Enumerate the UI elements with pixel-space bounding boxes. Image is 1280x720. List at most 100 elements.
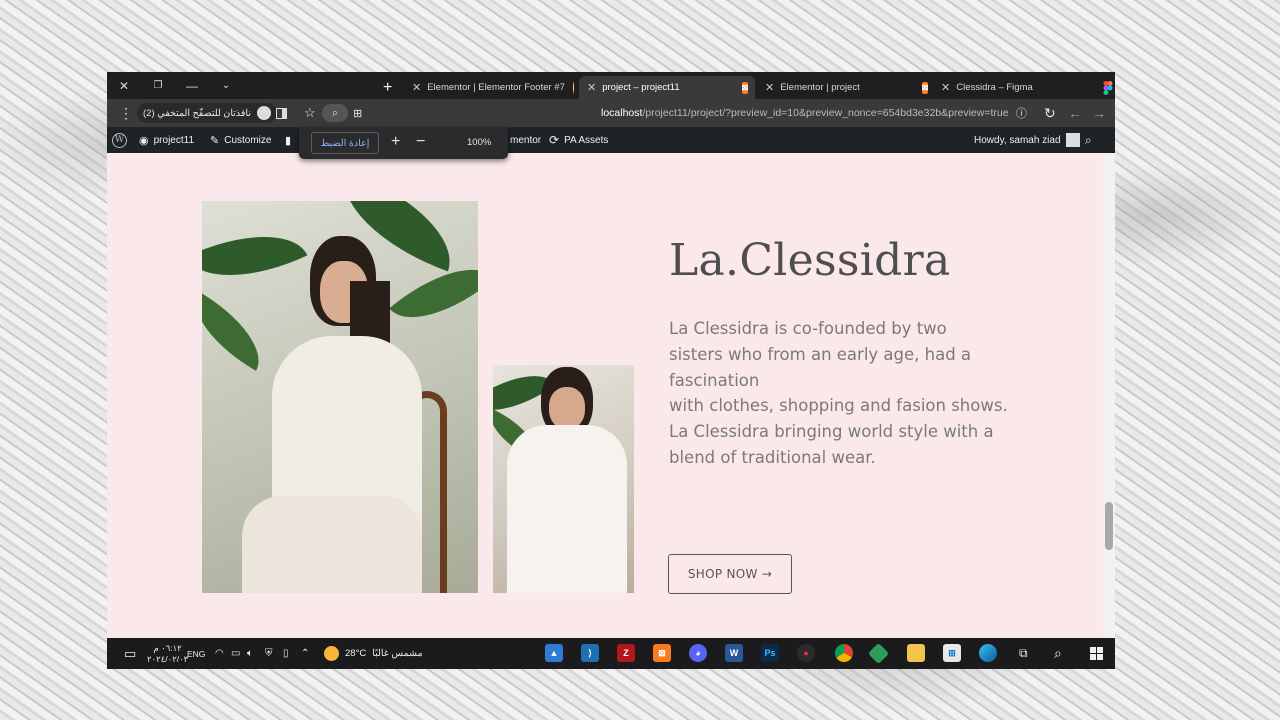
page-scrollbar[interactable]: [1103, 153, 1115, 638]
customize-label: Customize: [224, 134, 272, 146]
browser-address-bar: ⋮ نافذتان للتصفّح المتخفي (2) ☆ ⌕ ⊞ loca…: [107, 99, 1115, 127]
zoom-reset-button[interactable]: إعادة الضبط: [311, 132, 379, 154]
howdy-label: Howdy, samah ziad: [974, 134, 1061, 146]
xampp-icon: ⊠: [572, 81, 574, 94]
elementor-label: mentor: [510, 134, 542, 146]
search-icon[interactable]: ⌕: [1054, 638, 1062, 669]
vscode-app-icon[interactable]: ⟩: [581, 644, 599, 662]
chrome-app-icon[interactable]: [835, 644, 853, 662]
close-window-icon[interactable]: ✕: [107, 72, 141, 99]
shop-now-button[interactable]: SHOP NOW →: [668, 554, 792, 594]
photos-app-icon[interactable]: ▲: [545, 644, 563, 662]
windows-taskbar: ▭ ٠٦:١٢ م ٢٠٢٤/٠٢/٠٣ ENG ◠ ▭ 🔈︎ ⛨ ▯ ⌃ 28…: [107, 638, 1115, 669]
brand-description: La Clessidra is co-founded by two sister…: [669, 316, 1009, 471]
description-line: La Clessidra is co-founded by two: [669, 319, 947, 338]
tab-figma[interactable]: ✕ Clessidra – Figma: [933, 76, 1113, 99]
site-name-link[interactable]: ◉ project11: [139, 127, 194, 153]
wp-logo-button[interactable]: W: [112, 127, 127, 153]
brand-title: La.Clessidra: [669, 235, 951, 286]
avatar: [1065, 133, 1080, 147]
description-line: La Clessidra bringing world style with a: [669, 422, 994, 442]
install-app-icon[interactable]: ⊞: [353, 99, 362, 127]
show-hidden-icons-chevron-icon[interactable]: ⌃: [301, 638, 309, 669]
back-arrow-icon[interactable]: ←: [1068, 99, 1082, 127]
close-tab-icon[interactable]: ✕: [587, 81, 596, 94]
green-app-icon[interactable]: [867, 642, 890, 665]
comments-icon[interactable]: ▮: [285, 127, 291, 153]
site-name: project11: [153, 134, 195, 146]
tab-project[interactable]: ✕ project – project11 ⊠: [579, 76, 755, 99]
battery-icon[interactable]: ▭: [231, 638, 240, 669]
pa-assets-link[interactable]: ⟳ PA Assets: [549, 127, 608, 153]
forward-arrow-icon[interactable]: →: [1092, 99, 1106, 127]
close-tab-icon[interactable]: ✕: [941, 81, 950, 94]
restore-window-icon[interactable]: ❐: [141, 72, 175, 99]
photoshop-app-icon[interactable]: Ps: [761, 644, 779, 662]
weather-temp: 28°C: [345, 648, 367, 659]
incognito-profile-button[interactable]: نافذتان للتصفّح المتخفي (2): [137, 103, 277, 123]
site-info-icon[interactable]: ⓘ: [1016, 99, 1027, 127]
notifications-icon[interactable]: ▭: [124, 638, 136, 669]
clock-date: ٢٠٢٤/٠٢/٠٣: [147, 653, 189, 664]
xampp-app-icon[interactable]: ⊠: [653, 644, 671, 662]
new-tab-button[interactable]: +: [375, 76, 400, 99]
model-photo-large: [202, 201, 478, 593]
description-line: blend of traditional wear.: [669, 447, 876, 467]
discord-app-icon[interactable]: ◕: [689, 644, 707, 662]
incognito-icon: [256, 106, 271, 120]
security-icon[interactable]: ⛨: [265, 638, 273, 669]
customize-link[interactable]: ✎ Customize: [210, 127, 271, 153]
screen: ✕ ❐ — ⌄ + ✕ Elementor | Elementor Footer…: [107, 72, 1115, 669]
tab-search-icon[interactable]: ⌄: [209, 72, 243, 99]
url-host: localhost: [601, 107, 643, 119]
store-app-icon[interactable]: ⊞: [943, 644, 961, 662]
xampp-icon: ⊠: [921, 81, 929, 94]
start-windows-icon[interactable]: [1090, 638, 1103, 669]
zoom-icon[interactable]: ⌕: [322, 104, 348, 122]
volume-icon[interactable]: 🔈︎: [247, 638, 253, 669]
description-line: with clothes, shopping and fasion shows.: [669, 396, 1008, 416]
brush-icon: ✎: [210, 134, 220, 147]
minimize-window-icon[interactable]: —: [175, 72, 209, 99]
task-view-icon[interactable]: ⧉: [1019, 638, 1028, 669]
xampp-icon: ⊠: [741, 81, 749, 94]
weather-desc: مشمس غالبًا: [372, 648, 423, 659]
side-panel-icon[interactable]: [276, 99, 287, 127]
edge-app-icon[interactable]: [979, 644, 997, 662]
clock[interactable]: ٠٦:١٢ م ٢٠٢٤/٠٢/٠٣: [147, 638, 188, 669]
scrollbar-thumb[interactable]: [1105, 502, 1113, 550]
wordpress-icon: W: [112, 132, 127, 148]
menu-kebab-icon[interactable]: ⋮: [119, 99, 133, 127]
edit-with-elementor-link[interactable]: mentor: [510, 127, 541, 153]
word-app-icon[interactable]: W: [725, 644, 743, 662]
reload-icon[interactable]: ↻: [1044, 99, 1056, 127]
tab-title: Clessidra – Figma: [956, 82, 1033, 93]
recorder-app-icon[interactable]: ●: [797, 644, 815, 662]
description-line: sisters who from an early age, had a: [669, 344, 972, 364]
file-explorer-app-icon[interactable]: [907, 644, 925, 662]
filezilla-app-icon[interactable]: Z: [617, 644, 635, 662]
wifi-icon[interactable]: ◠: [215, 638, 224, 669]
close-tab-icon[interactable]: ✕: [765, 81, 774, 94]
language-indicator[interactable]: ENG: [187, 638, 205, 669]
close-tab-icon[interactable]: ✕: [412, 81, 421, 94]
zoom-out-button[interactable]: −: [416, 133, 425, 151]
zoom-in-button[interactable]: +: [391, 133, 400, 151]
zoom-popup: إعادة الضبط + − 100%: [299, 127, 508, 159]
description-line: fascination: [669, 370, 760, 390]
sun-icon: [324, 646, 339, 661]
refresh-icon: ⟳: [549, 133, 560, 147]
tab-title: Elementor | Elementor Footer #7: [427, 82, 565, 93]
howdy-user-menu[interactable]: Howdy, samah ziad: [974, 127, 1080, 153]
weather-widget[interactable]: 28°C مشمس غالبًا: [324, 638, 423, 669]
pa-assets-label: PA Assets: [564, 134, 609, 146]
tab-elementor-footer[interactable]: ✕ Elementor | Elementor Footer #7 ⊠: [404, 76, 574, 99]
figma-icon: [1103, 80, 1113, 95]
url-display[interactable]: localhost/project11/project/?preview_id=…: [601, 99, 1009, 127]
bookmark-star-icon[interactable]: ☆: [304, 99, 316, 127]
device-icon[interactable]: ▯: [283, 638, 289, 669]
search-icon[interactable]: ⌕: [1085, 127, 1092, 153]
browser-tab-strip: ✕ ❐ — ⌄ + ✕ Elementor | Elementor Footer…: [107, 72, 1115, 99]
tab-elementor-project[interactable]: ✕ Elementor | project ⊠: [757, 76, 929, 99]
tab-title: Elementor | project: [780, 82, 860, 93]
